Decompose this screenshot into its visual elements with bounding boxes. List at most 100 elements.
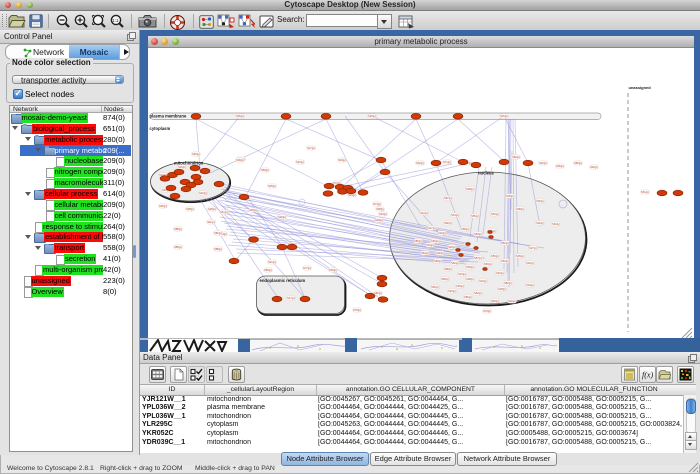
svg-text:S88(p): S88(p): [444, 267, 452, 271]
svg-text:S28(p): S28(p): [498, 287, 506, 291]
svg-text:S06(p): S06(p): [466, 265, 474, 269]
svg-text:S51(p): S51(p): [641, 190, 649, 194]
svg-text:S56(p): S56(p): [431, 285, 439, 289]
svg-text:S59(p): S59(p): [261, 168, 269, 172]
svg-text:S02(p): S02(p): [536, 221, 544, 225]
svg-text:S20(p): S20(p): [448, 289, 456, 293]
svg-text:S58(p): S58(p): [441, 277, 449, 281]
svg-text:S83(p): S83(p): [484, 262, 492, 266]
svg-text:S89(p): S89(p): [264, 268, 272, 272]
svg-text:S52(p): S52(p): [421, 251, 429, 255]
svg-text:S08(p): S08(p): [466, 277, 474, 281]
svg-text:S39(p): S39(p): [249, 208, 257, 212]
svg-text:S02(p): S02(p): [416, 161, 424, 165]
svg-text:S00(p): S00(p): [536, 199, 544, 203]
svg-text:S02(p): S02(p): [526, 261, 534, 265]
svg-text:S35(p): S35(p): [159, 204, 167, 208]
svg-text:S52(p): S52(p): [501, 241, 509, 245]
svg-text:S42(p): S42(p): [420, 211, 428, 215]
svg-text:S05(p): S05(p): [556, 164, 564, 168]
svg-text:S77(p): S77(p): [303, 266, 311, 270]
svg-text:S41(p): S41(p): [220, 210, 228, 214]
svg-text:S26(p): S26(p): [448, 245, 456, 249]
svg-text:S79(p): S79(p): [353, 308, 361, 312]
svg-text:S99(p): S99(p): [375, 218, 383, 222]
svg-text:S82(p): S82(p): [504, 281, 512, 285]
svg-text:S33(p): S33(p): [379, 212, 387, 216]
svg-text:S37(p): S37(p): [529, 246, 537, 250]
svg-text:S54(p): S54(p): [451, 213, 459, 217]
svg-text:S39(p): S39(p): [329, 268, 337, 272]
svg-text:S28(p): S28(p): [208, 207, 216, 211]
svg-text:S26(p): S26(p): [278, 215, 286, 219]
svg-text:S08(p): S08(p): [516, 207, 524, 211]
svg-text:S02(p): S02(p): [436, 251, 444, 255]
svg-text:S88(p): S88(p): [174, 227, 182, 231]
svg-text:S08(p): S08(p): [186, 207, 194, 211]
svg-text:1:1: 1:1: [112, 18, 119, 23]
svg-text:S83(p): S83(p): [474, 232, 482, 236]
svg-text:S05(p): S05(p): [236, 114, 244, 118]
svg-text:S80(p): S80(p): [434, 259, 442, 263]
svg-text:S80(p): S80(p): [414, 239, 422, 243]
svg-text:S20(p): S20(p): [508, 299, 516, 303]
svg-text:unassigned: unassigned: [629, 85, 652, 90]
svg-text:S52(p): S52(p): [451, 261, 459, 265]
svg-text:S63(p): S63(p): [552, 222, 560, 226]
svg-text:S55(p): S55(p): [491, 254, 499, 258]
svg-text:S82(p): S82(p): [374, 291, 382, 295]
svg-text:S86(p): S86(p): [174, 245, 182, 249]
svg-text:S02(p): S02(p): [496, 271, 504, 275]
svg-text:S63(p): S63(p): [192, 152, 200, 156]
svg-text:S82(p): S82(p): [444, 221, 452, 225]
svg-text:S87(p): S87(p): [474, 256, 482, 260]
svg-text:S46(p): S46(p): [590, 165, 598, 169]
svg-text:S55(p): S55(p): [471, 214, 479, 218]
svg-text:S04(p): S04(p): [526, 283, 534, 287]
svg-text:S22(p): S22(p): [438, 231, 446, 235]
svg-text:S09(p): S09(p): [236, 158, 244, 162]
svg-text:S05(p): S05(p): [456, 284, 464, 288]
svg-text:mitochondrion: mitochondrion: [174, 161, 204, 166]
svg-text:S29(p): S29(p): [338, 158, 346, 162]
svg-text:S05(p): S05(p): [516, 254, 524, 258]
svg-text:S50(p): S50(p): [491, 299, 499, 303]
svg-text:f(x): f(x): [642, 371, 653, 380]
svg-text:S32(p): S32(p): [539, 161, 547, 165]
svg-text:S25(p): S25(p): [268, 184, 276, 188]
svg-text:nucleus: nucleus: [478, 171, 494, 176]
svg-text:S17(p): S17(p): [287, 296, 295, 300]
svg-text:S71(p): S71(p): [443, 160, 451, 164]
svg-text:S23(p): S23(p): [458, 272, 466, 276]
svg-text:S66(p): S66(p): [512, 155, 520, 159]
svg-text:S82(p): S82(p): [474, 291, 482, 295]
svg-text:S05(p): S05(p): [506, 194, 514, 198]
svg-text:S04(p): S04(p): [426, 243, 434, 247]
svg-text:S58(p): S58(p): [461, 227, 469, 231]
svg-text:endoplasmic reticulum: endoplasmic reticulum: [260, 278, 306, 283]
svg-text:S32(p): S32(p): [199, 191, 207, 195]
svg-text:S73(p): S73(p): [373, 202, 381, 206]
svg-text:cytoplasm: cytoplasm: [150, 126, 171, 131]
svg-text:S82(p): S82(p): [214, 231, 222, 235]
svg-text:S45(p): S45(p): [500, 114, 508, 118]
svg-text:S21(p): S21(p): [268, 260, 276, 264]
svg-text:S30(p): S30(p): [479, 279, 487, 283]
svg-text:S50(p): S50(p): [501, 259, 509, 263]
svg-text:S26(p): S26(p): [178, 165, 186, 169]
svg-text:S25(p): S25(p): [368, 114, 376, 118]
svg-text:S87(p): S87(p): [444, 196, 452, 200]
svg-text:S88(p): S88(p): [214, 247, 222, 251]
svg-text:S08(p): S08(p): [376, 207, 384, 211]
svg-text:S53(p): S53(p): [491, 212, 499, 216]
svg-text:S70(p): S70(p): [483, 309, 491, 313]
svg-text:S17(p): S17(p): [307, 146, 315, 150]
svg-text:S01(p): S01(p): [296, 160, 304, 164]
svg-text:plasma membrane: plasma membrane: [150, 114, 187, 119]
svg-text:S50(p): S50(p): [431, 239, 439, 243]
svg-text:S08(p): S08(p): [466, 187, 474, 191]
svg-text:S86(p): S86(p): [464, 295, 472, 299]
svg-text:S27(p): S27(p): [428, 226, 436, 230]
svg-text:S11(p): S11(p): [207, 220, 215, 224]
svg-text:S82(p): S82(p): [574, 161, 582, 165]
